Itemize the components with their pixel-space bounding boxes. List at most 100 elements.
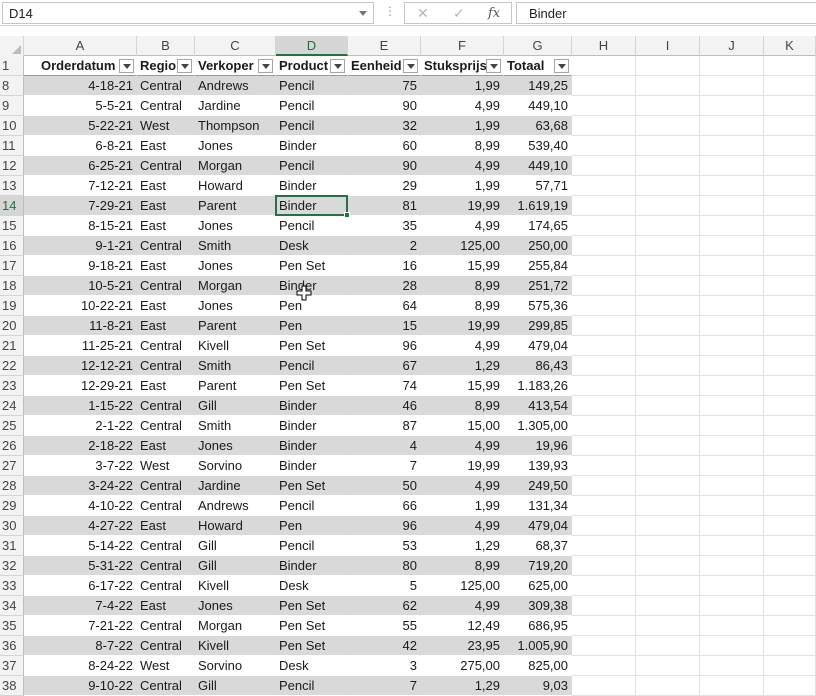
cell-g29[interactable]: 131,34 <box>504 496 572 516</box>
filter-dropdown-icon[interactable] <box>330 59 345 73</box>
cell-e34[interactable]: 62 <box>348 596 421 616</box>
cell-d25[interactable]: Binder <box>276 416 348 436</box>
cell-g17[interactable]: 255,84 <box>504 256 572 276</box>
cell-g27[interactable]: 139,93 <box>504 456 572 476</box>
cell-g8[interactable]: 149,25 <box>504 76 572 96</box>
cell-b19[interactable]: East <box>137 296 195 316</box>
cell-d21[interactable]: Pen Set <box>276 336 348 356</box>
cell-f23[interactable]: 15,99 <box>421 376 504 396</box>
cell-d13[interactable]: Binder <box>276 176 348 196</box>
cell-k36[interactable] <box>764 636 816 656</box>
cell-h36[interactable] <box>572 636 636 656</box>
row-header[interactable]: 36 <box>0 636 24 656</box>
cell-k35[interactable] <box>764 616 816 636</box>
cell-d24[interactable]: Binder <box>276 396 348 416</box>
cell-g15[interactable]: 174,65 <box>504 216 572 236</box>
cell-e15[interactable]: 35 <box>348 216 421 236</box>
cell-c27[interactable]: Sorvino <box>195 456 276 476</box>
cell-f27[interactable]: 19,99 <box>421 456 504 476</box>
cell-b35[interactable]: Central <box>137 616 195 636</box>
cell-h11[interactable] <box>572 136 636 156</box>
cell-b15[interactable]: East <box>137 216 195 236</box>
cell-g18[interactable]: 251,72 <box>504 276 572 296</box>
cell-a11[interactable]: 6-8-21 <box>24 136 137 156</box>
cell-a14[interactable]: 7-29-21 <box>24 196 137 216</box>
cell-c10[interactable]: Thompson <box>195 116 276 136</box>
cell-b36[interactable]: Central <box>137 636 195 656</box>
filter-dropdown-icon[interactable] <box>403 59 418 73</box>
cell-j30[interactable] <box>700 516 764 536</box>
cell-b21[interactable]: Central <box>137 336 195 356</box>
table-header-cell[interactable] <box>572 56 636 76</box>
cell-i31[interactable] <box>636 536 700 556</box>
cell-k11[interactable] <box>764 136 816 156</box>
cell-j29[interactable] <box>700 496 764 516</box>
column-header-f[interactable]: F <box>421 36 504 56</box>
cell-a21[interactable]: 11-25-21 <box>24 336 137 356</box>
cell-b24[interactable]: Central <box>137 396 195 416</box>
table-header-cell[interactable]: Totaal <box>504 56 572 76</box>
column-header-a[interactable]: A <box>24 36 137 56</box>
cell-d11[interactable]: Binder <box>276 136 348 156</box>
cell-e36[interactable]: 42 <box>348 636 421 656</box>
cell-h22[interactable] <box>572 356 636 376</box>
column-header-h[interactable]: H <box>572 36 636 56</box>
cell-k37[interactable] <box>764 656 816 676</box>
cell-f19[interactable]: 8,99 <box>421 296 504 316</box>
column-header-k[interactable]: K <box>764 36 816 56</box>
cell-f33[interactable]: 125,00 <box>421 576 504 596</box>
cell-j31[interactable] <box>700 536 764 556</box>
cell-a22[interactable]: 12-12-21 <box>24 356 137 376</box>
cell-a28[interactable]: 3-24-22 <box>24 476 137 496</box>
cell-f12[interactable]: 4,99 <box>421 156 504 176</box>
cell-j28[interactable] <box>700 476 764 496</box>
cell-h30[interactable] <box>572 516 636 536</box>
row-header[interactable]: 31 <box>0 536 24 556</box>
cell-f38[interactable]: 1,29 <box>421 676 504 696</box>
row-header[interactable]: 20 <box>0 316 24 336</box>
cell-h19[interactable] <box>572 296 636 316</box>
cell-g34[interactable]: 309,38 <box>504 596 572 616</box>
cell-e23[interactable]: 74 <box>348 376 421 396</box>
cell-d28[interactable]: Pen Set <box>276 476 348 496</box>
cell-k9[interactable] <box>764 96 816 116</box>
cell-f28[interactable]: 4,99 <box>421 476 504 496</box>
cell-a32[interactable]: 5-31-22 <box>24 556 137 576</box>
cell-i36[interactable] <box>636 636 700 656</box>
cell-e32[interactable]: 80 <box>348 556 421 576</box>
table-header-cell[interactable] <box>764 56 816 76</box>
cell-h33[interactable] <box>572 576 636 596</box>
cell-d36[interactable]: Pen Set <box>276 636 348 656</box>
insert-function-icon[interactable]: fx <box>488 6 500 21</box>
name-box[interactable]: D14 <box>2 2 374 24</box>
row-header[interactable]: 37 <box>0 656 24 676</box>
cell-e19[interactable]: 64 <box>348 296 421 316</box>
cell-k33[interactable] <box>764 576 816 596</box>
cell-f8[interactable]: 1,99 <box>421 76 504 96</box>
row-header[interactable]: 38 <box>0 676 24 696</box>
cell-g19[interactable]: 575,36 <box>504 296 572 316</box>
cell-b37[interactable]: West <box>137 656 195 676</box>
cell-h18[interactable] <box>572 276 636 296</box>
cell-i32[interactable] <box>636 556 700 576</box>
cell-h24[interactable] <box>572 396 636 416</box>
cell-e11[interactable]: 60 <box>348 136 421 156</box>
cell-j36[interactable] <box>700 636 764 656</box>
cell-b17[interactable]: East <box>137 256 195 276</box>
cell-i14[interactable] <box>636 196 700 216</box>
row-header[interactable]: 22 <box>0 356 24 376</box>
row-header[interactable]: 10 <box>0 116 24 136</box>
cell-c32[interactable]: Gill <box>195 556 276 576</box>
cell-k13[interactable] <box>764 176 816 196</box>
cell-i18[interactable] <box>636 276 700 296</box>
cell-f37[interactable]: 275,00 <box>421 656 504 676</box>
cell-b14[interactable]: East <box>137 196 195 216</box>
cell-b12[interactable]: Central <box>137 156 195 176</box>
cell-e21[interactable]: 96 <box>348 336 421 356</box>
cell-d15[interactable]: Pencil <box>276 216 348 236</box>
cell-k18[interactable] <box>764 276 816 296</box>
cell-b33[interactable]: Central <box>137 576 195 596</box>
cell-j22[interactable] <box>700 356 764 376</box>
cell-i26[interactable] <box>636 436 700 456</box>
cell-j37[interactable] <box>700 656 764 676</box>
